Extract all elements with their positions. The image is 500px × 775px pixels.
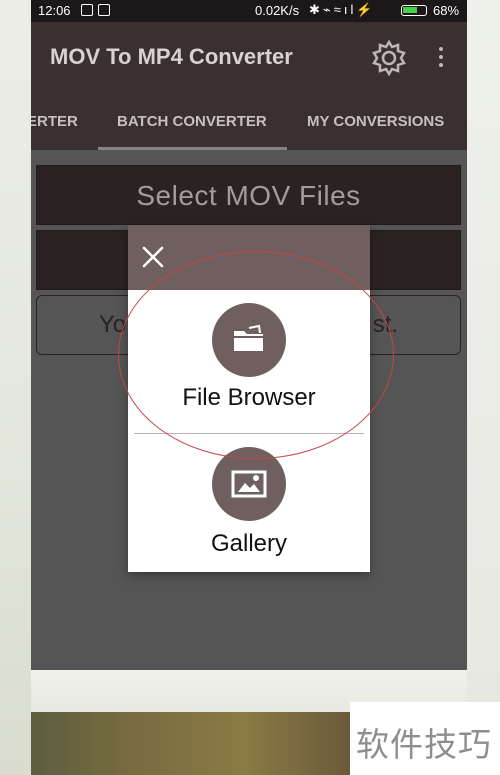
notification-icon <box>98 4 110 16</box>
status-time: 12:06 <box>38 3 71 18</box>
image-icon <box>231 470 267 498</box>
select-mov-files-button[interactable]: Select MOV Files <box>36 165 461 225</box>
tab-my-conversions[interactable]: MY CONVERSIONS <box>307 113 444 130</box>
network-speed: 0.02K/s <box>255 3 300 18</box>
watermark: 软件技巧 <box>350 702 500 775</box>
more-vert-icon[interactable] <box>431 44 451 72</box>
tab-bar: ERTER BATCH CONVERTER MY CONVERSIONS <box>31 92 467 150</box>
app-bar: MOV To MP4 Converter <box>31 22 467 92</box>
battery-percent: 68% <box>433 3 460 18</box>
bottom-image-strip <box>31 712 351 775</box>
watermark-text: 软件技巧 <box>356 725 492 764</box>
notification-icons <box>81 4 115 19</box>
status-bar: 12:06 0.02K/s ✱⌁≈ıl⚡ 68% <box>31 0 467 22</box>
battery-icon <box>401 5 427 16</box>
tab-batch-converter[interactable]: BATCH CONVERTER <box>117 113 267 130</box>
select-button-label: Select MOV Files <box>136 180 361 211</box>
right-backdrop <box>467 0 500 775</box>
tab-converter[interactable]: ERTER <box>31 113 78 130</box>
status-glyph-icons: ✱⌁≈ıl⚡ <box>309 2 376 17</box>
annotation-ellipse <box>118 251 394 459</box>
app-title: MOV To MP4 Converter <box>50 44 293 69</box>
gallery-label: Gallery <box>210 530 288 557</box>
left-backdrop <box>0 0 31 775</box>
notification-icon <box>81 4 93 16</box>
gear-icon[interactable] <box>369 38 409 78</box>
close-icon[interactable] <box>138 242 168 272</box>
